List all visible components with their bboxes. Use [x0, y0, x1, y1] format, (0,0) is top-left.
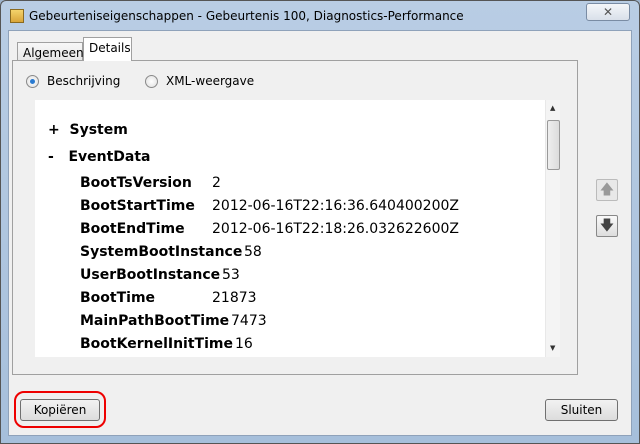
radio-label: XML-weergave	[166, 74, 255, 88]
expand-toggle[interactable]: +	[48, 122, 60, 138]
event-data-key: BootTsVersion	[80, 175, 192, 191]
collapse-toggle[interactable]: -	[48, 149, 54, 165]
previous-event-button[interactable]: 🡅	[596, 179, 618, 201]
vertical-scrollbar[interactable]: ▲ ▼	[545, 100, 560, 357]
close-window-button[interactable]: ✕	[586, 3, 630, 21]
event-data-key: MainPathBootTime	[80, 313, 230, 329]
scroll-down-arrow-icon[interactable]: ▼	[550, 344, 555, 352]
event-data-value: 2012-06-16T22:16:36.640400200Z	[212, 198, 459, 214]
event-data-value: 2	[212, 175, 221, 191]
event-details-view: + System - EventData BootTsVersion 2 Boot…	[35, 100, 560, 357]
close-button[interactable]: Sluiten	[545, 399, 618, 421]
event-data-key: BootTime	[80, 290, 156, 306]
tab-details[interactable]: Details	[83, 37, 132, 61]
radio-beschrijving[interactable]: Beschrijving	[26, 74, 120, 88]
node-label: EventData	[68, 149, 151, 165]
event-data-value: 16	[235, 336, 253, 352]
node-label: System	[69, 122, 128, 138]
radio-unselected-icon	[145, 74, 158, 88]
radio-label: Beschrijving	[47, 74, 121, 88]
tree-node-system[interactable]: + System	[48, 122, 128, 138]
event-data-key: BootEndTime	[80, 221, 185, 237]
window-title: Gebeurteniseigenschappen - Gebeurtenis 1…	[29, 9, 464, 23]
radio-xml-weergave[interactable]: XML-weergave	[145, 74, 254, 88]
arrow-down-icon: 🡇	[599, 218, 615, 234]
event-data-key: UserBootInstance	[80, 267, 221, 283]
event-data-value: 7473	[231, 313, 267, 329]
next-event-button[interactable]: 🡇	[596, 215, 618, 237]
scroll-up-arrow-icon[interactable]: ▲	[550, 104, 555, 112]
event-viewer-app-icon	[10, 9, 24, 23]
event-data-key: BootKernelInitTime	[80, 336, 233, 352]
event-data-key: SystemBootInstance	[80, 244, 243, 260]
event-data-value: 2012-06-16T22:18:26.032622600Z	[212, 221, 459, 237]
arrow-up-icon: 🡅	[599, 182, 615, 198]
radio-selected-icon	[26, 74, 39, 88]
scrollbar-thumb[interactable]	[547, 120, 560, 170]
event-data-key: BootStartTime	[80, 198, 195, 214]
highlight-annotation	[14, 391, 106, 428]
tree-node-eventdata[interactable]: - EventData	[48, 149, 151, 165]
event-data-value: 53	[222, 267, 240, 283]
event-data-value: 21873	[212, 290, 257, 306]
event-data-value: 58	[244, 244, 262, 260]
